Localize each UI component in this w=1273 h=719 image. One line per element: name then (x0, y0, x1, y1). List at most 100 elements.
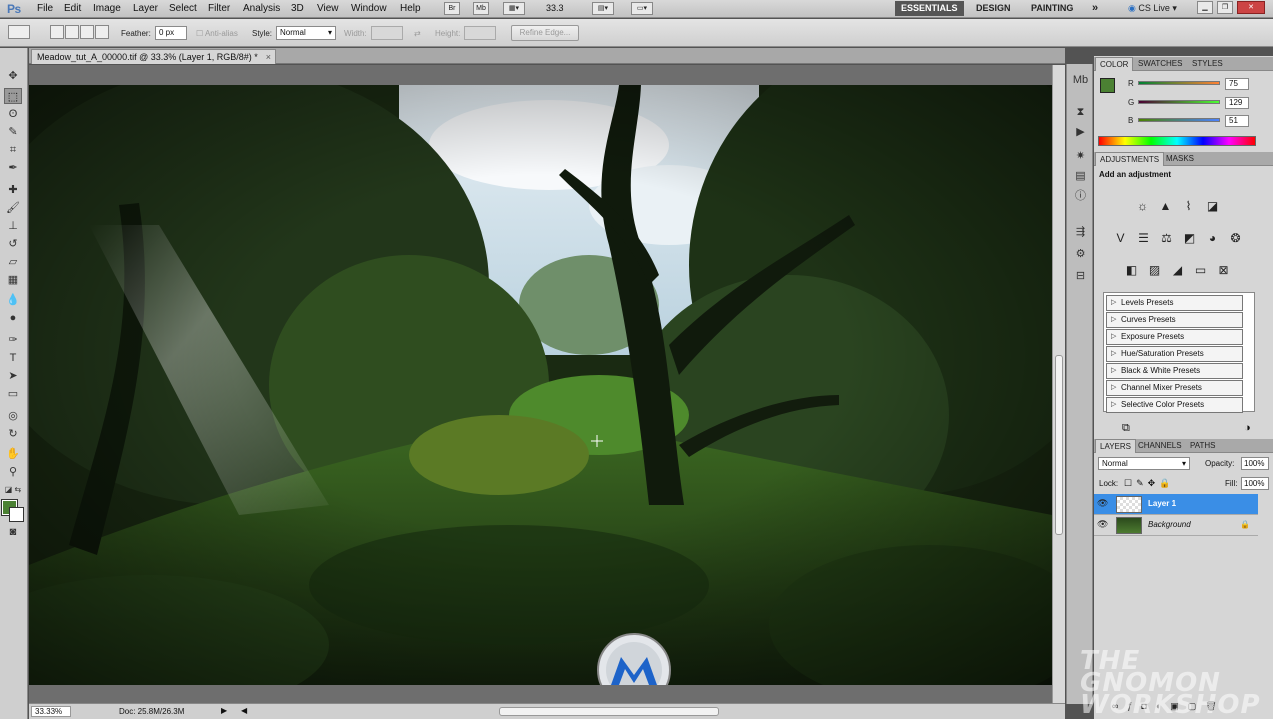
minibridge-panel-icon[interactable]: Mb (1072, 72, 1089, 88)
new-selection-icon[interactable] (50, 25, 64, 39)
clip-to-layer-icon[interactable]: ⧉ (1122, 422, 1130, 435)
brightness-contrast-icon[interactable]: ☼ (1134, 198, 1151, 214)
clone-source-icon[interactable]: ⚙ (1072, 246, 1089, 262)
vibrance-icon[interactable]: V (1112, 230, 1129, 246)
brush-tool-icon[interactable]: 🖌 (4, 200, 22, 216)
subtract-selection-icon[interactable] (80, 25, 94, 39)
preset-exposure[interactable]: ▷ Exposure Presets (1106, 329, 1243, 345)
scroll-left-arrow-icon[interactable]: ◀ (241, 706, 247, 715)
clone-stamp-tool-icon[interactable]: ⊥ (4, 218, 22, 234)
arrange-documents-button[interactable]: ▤▾ (592, 2, 614, 15)
g-value[interactable]: 129 (1225, 97, 1249, 109)
exposure-icon[interactable]: ◪ (1204, 198, 1221, 214)
pen-tool-icon[interactable]: ✑ (4, 332, 22, 348)
minimize-button[interactable]: ▁ (1197, 1, 1213, 14)
antialias-checkbox[interactable]: ☐ Anti-alias (196, 29, 238, 38)
posterize-icon[interactable]: ▨ (1146, 262, 1163, 278)
menu-help[interactable]: Help (400, 3, 421, 14)
close-window-button[interactable]: ✕ (1237, 1, 1265, 14)
refine-edge-button[interactable]: Refine Edge... (511, 25, 579, 41)
vertical-scrollbar[interactable] (1052, 65, 1065, 703)
curves-icon[interactable]: ⌇ (1180, 198, 1197, 214)
layer-row-layer-1[interactable]: 👁 Layer 1 (1094, 494, 1258, 515)
threshold-icon[interactable]: ◢ (1169, 262, 1186, 278)
background-color-swatch[interactable] (9, 507, 24, 522)
menu-edit[interactable]: Edit (64, 3, 81, 14)
bridge-button[interactable]: Br (444, 2, 460, 15)
horizontal-scrollbar-thumb[interactable] (499, 707, 719, 716)
tab-swatches[interactable]: SWATCHES (1134, 57, 1186, 71)
gradient-tool-icon[interactable]: ▦ (4, 272, 22, 288)
menu-view[interactable]: View (317, 3, 339, 14)
menu-layer[interactable]: Layer (133, 3, 158, 14)
layer-name[interactable]: Layer 1 (1148, 499, 1176, 508)
menu-select[interactable]: Select (169, 3, 197, 14)
path-selection-tool-icon[interactable]: ➤ (4, 368, 22, 384)
tab-adjustments[interactable]: ADJUSTMENTS (1095, 152, 1165, 166)
gradient-map-icon[interactable]: ▭ (1192, 262, 1209, 278)
b-value[interactable]: 51 (1225, 115, 1249, 127)
black-white-icon[interactable]: ◩ (1181, 230, 1198, 246)
scrollbar-thumb[interactable] (1055, 355, 1063, 535)
color-foreground-swatch[interactable] (1100, 78, 1115, 93)
type-tool-icon[interactable]: T (4, 350, 22, 366)
color-balance-icon[interactable]: ⚖ (1158, 230, 1175, 246)
canvas-area[interactable] (29, 65, 1065, 703)
rectangular-marquee-tool-icon[interactable]: ⬚ (4, 88, 22, 104)
restore-button[interactable]: ❐ (1217, 1, 1233, 14)
menu-3d[interactable]: 3D (291, 3, 304, 14)
menu-filter[interactable]: Filter (208, 3, 230, 14)
screen-mode-button[interactable]: ▭▾ (631, 2, 653, 15)
style-select[interactable]: Normal ▾ (276, 26, 336, 40)
menu-analysis[interactable]: Analysis (243, 3, 280, 14)
tool-presets-icon[interactable]: ⊟ (1072, 268, 1089, 284)
eraser-tool-icon[interactable]: ▱ (4, 254, 22, 270)
status-menu-arrow-icon[interactable]: ▶ (221, 706, 227, 715)
menu-file[interactable]: File (37, 3, 53, 14)
preset-curves[interactable]: ▷ Curves Presets (1106, 312, 1243, 328)
meadow-image[interactable] (29, 85, 1052, 685)
mini-bridge-button[interactable]: Mb (473, 2, 489, 15)
brush-presets-icon[interactable]: ⇶ (1072, 224, 1089, 240)
color-spectrum-ramp[interactable] (1098, 136, 1256, 146)
close-tab-icon[interactable]: × (266, 50, 271, 64)
dodge-tool-icon[interactable]: ● (4, 310, 22, 326)
levels-icon[interactable]: ▲ (1157, 198, 1174, 214)
tab-channels[interactable]: CHANNELS (1134, 439, 1186, 453)
3d-orbit-tool-icon[interactable]: ↻ (4, 426, 22, 442)
channel-mixer-icon[interactable]: ❂ (1227, 230, 1244, 246)
zoom-field[interactable]: 33.33% (31, 706, 71, 717)
navigator-panel-icon[interactable]: ✷ (1072, 148, 1089, 164)
zoom-level[interactable]: 33.3 (546, 3, 564, 13)
default-colors-icon[interactable]: ◪ ⇆ (4, 482, 22, 498)
layer-row-background[interactable]: 👁 Background 🔒 (1094, 515, 1258, 536)
width-input[interactable] (371, 26, 403, 40)
cs-live-button[interactable]: ◉ CS Live ▾ (1128, 3, 1177, 14)
tab-styles[interactable]: STYLES (1188, 57, 1227, 71)
tab-color[interactable]: COLOR (1095, 57, 1134, 71)
blend-mode-select[interactable]: Normal ▾ (1098, 457, 1190, 470)
preset-selective-color[interactable]: ▷ Selective Color Presets (1106, 397, 1243, 413)
actions-panel-icon[interactable]: ▶ (1072, 124, 1089, 140)
blur-tool-icon[interactable]: 💧 (4, 292, 22, 308)
move-tool-icon[interactable]: ✥ (4, 68, 22, 84)
swap-icon[interactable]: ⇄ (414, 29, 421, 38)
workspace-painting[interactable]: PAINTING (1025, 1, 1079, 16)
feather-input[interactable]: 0 px (155, 26, 187, 40)
tab-masks[interactable]: MASKS (1162, 152, 1198, 166)
quick-selection-tool-icon[interactable]: ✎ (4, 124, 22, 140)
r-slider[interactable] (1138, 81, 1220, 85)
height-input[interactable] (464, 26, 496, 40)
workspace-essentials[interactable]: ESSENTIALS (895, 1, 964, 16)
layer-name[interactable]: Background (1148, 520, 1191, 529)
add-selection-icon[interactable] (65, 25, 79, 39)
history-panel-icon[interactable]: ⧗ (1072, 104, 1089, 120)
eye-icon[interactable]: 👁 (1097, 519, 1108, 530)
view-extras-button[interactable]: ▦▾ (503, 2, 525, 15)
preset-black-white[interactable]: ▷ Black & White Presets (1106, 363, 1243, 379)
menu-window[interactable]: Window (351, 3, 387, 14)
histogram-panel-icon[interactable]: ▤ (1072, 168, 1089, 184)
r-value[interactable]: 75 (1225, 78, 1249, 90)
fill-input[interactable]: 100% (1241, 477, 1269, 490)
3d-rotate-tool-icon[interactable]: ◎ (4, 408, 22, 424)
